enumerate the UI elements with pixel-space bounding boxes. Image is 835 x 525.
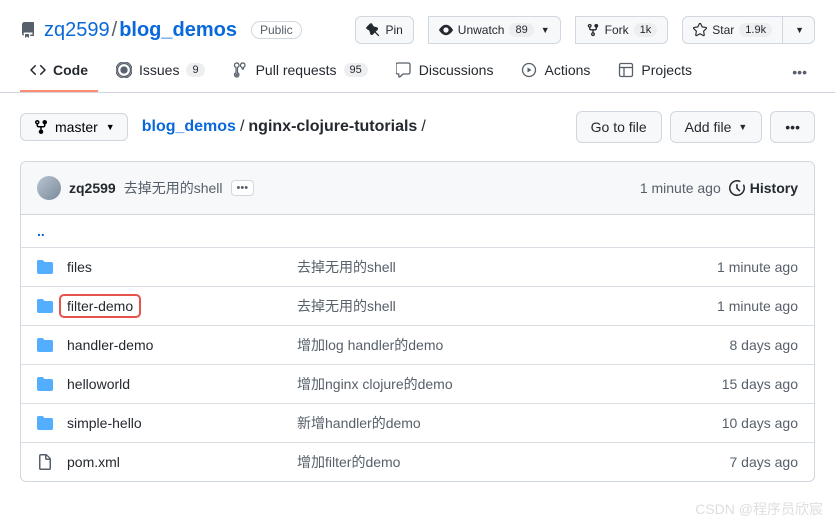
issues-icon	[116, 62, 132, 78]
file-time: 8 days ago	[730, 337, 799, 353]
pulls-count: 95	[344, 63, 368, 77]
branch-icon	[33, 119, 49, 135]
file-commit-msg[interactable]: 增加log handler的demo	[297, 335, 730, 355]
repo-link[interactable]: blog_demos	[119, 19, 237, 41]
fork-button[interactable]: Fork1k	[575, 16, 669, 44]
file-commit-msg[interactable]: 去掉无用的shell	[297, 296, 717, 316]
folder-icon	[37, 415, 53, 431]
projects-icon	[618, 62, 634, 78]
table-row: files 去掉无用的shell1 minute ago	[21, 248, 814, 287]
file-time: 15 days ago	[722, 376, 798, 392]
file-icon	[37, 454, 53, 470]
star-count: 1.9k	[739, 23, 772, 37]
file-link[interactable]: pom.xml	[67, 454, 120, 470]
commit-expand[interactable]: •••	[231, 180, 255, 196]
commit-author[interactable]: zq2599	[69, 180, 116, 196]
avatar[interactable]	[37, 176, 61, 200]
watermark: CSDN @程序员欣宸	[695, 499, 823, 519]
more-button[interactable]: •••	[770, 111, 815, 143]
file-commit-msg[interactable]: 去掉无用的shell	[297, 257, 717, 277]
star-button[interactable]: Star1.9k	[682, 16, 783, 44]
fork-count: 1k	[634, 23, 658, 37]
pr-icon	[233, 62, 249, 78]
issues-count: 9	[186, 63, 204, 77]
pin-button[interactable]: Pin	[355, 16, 413, 44]
visibility-label: Public	[251, 21, 302, 39]
watch-count: 89	[509, 23, 533, 37]
file-time: 1 minute ago	[717, 298, 798, 314]
commit-message[interactable]: 去掉无用的shell	[124, 178, 223, 198]
table-row: simple-hello 新增handler的demo10 days ago	[21, 404, 814, 443]
file-link[interactable]: helloworld	[67, 376, 130, 392]
add-file-button[interactable]: Add file▼	[670, 111, 763, 143]
history-link[interactable]: History	[729, 180, 798, 196]
file-link[interactable]: handler-demo	[67, 337, 153, 353]
star-icon	[693, 23, 707, 37]
file-link[interactable]: simple-hello	[67, 415, 142, 431]
actions-icon	[521, 62, 537, 78]
owner-link[interactable]: zq2599	[44, 19, 110, 41]
folder-icon	[37, 337, 53, 353]
tab-projects[interactable]: Projects	[608, 52, 702, 92]
fork-icon	[586, 23, 600, 37]
tab-actions[interactable]: Actions	[511, 52, 600, 92]
repo-icon	[20, 22, 36, 38]
folder-icon	[37, 259, 53, 275]
breadcrumb-root[interactable]: blog_demos	[142, 118, 236, 135]
file-listing: zq2599 去掉无用的shell ••• 1 minute ago Histo…	[20, 161, 815, 482]
discussions-icon	[396, 62, 412, 78]
caret-icon: ▼	[795, 25, 804, 35]
table-row: filter-demo 去掉无用的shell1 minute ago	[21, 287, 814, 326]
caret-icon: ▼	[541, 25, 550, 35]
file-commit-msg[interactable]: 增加filter的demo	[297, 452, 730, 472]
file-time: 1 minute ago	[717, 259, 798, 275]
tab-issues[interactable]: Issues9	[106, 52, 215, 92]
breadcrumb: blog_demos/nginx-clojure-tutorials/	[142, 118, 430, 136]
code-icon	[30, 62, 46, 78]
table-row: handler-demo 增加log handler的demo8 days ago	[21, 326, 814, 365]
file-time: 7 days ago	[730, 454, 799, 470]
branch-select[interactable]: master▼	[20, 113, 128, 141]
table-row: pom.xml 增加filter的demo7 days ago	[21, 443, 814, 481]
goto-file-button[interactable]: Go to file	[576, 111, 662, 143]
file-link[interactable]: filter-demo	[67, 298, 141, 314]
folder-icon	[37, 298, 53, 314]
pin-icon	[366, 23, 380, 37]
table-row: helloworld 增加nginx clojure的demo15 days ag…	[21, 365, 814, 404]
breadcrumb-current: nginx-clojure-tutorials	[248, 118, 417, 135]
file-time: 10 days ago	[722, 415, 798, 431]
parent-dir[interactable]: ..	[21, 215, 814, 248]
slash: /	[112, 19, 118, 41]
history-icon	[729, 180, 745, 196]
file-link[interactable]: files	[67, 259, 92, 275]
caret-icon: ▼	[738, 122, 747, 132]
tab-pulls[interactable]: Pull requests95	[223, 52, 378, 92]
tab-discussions[interactable]: Discussions	[386, 52, 504, 92]
tab-code[interactable]: Code	[20, 52, 98, 92]
file-commit-msg[interactable]: 增加nginx clojure的demo	[297, 374, 722, 394]
folder-icon	[37, 376, 53, 392]
caret-icon: ▼	[106, 122, 115, 132]
tabs-overflow[interactable]: •••	[784, 56, 815, 88]
unwatch-button[interactable]: Unwatch89▼	[428, 16, 561, 44]
commit-time: 1 minute ago	[640, 180, 721, 196]
file-commit-msg[interactable]: 新增handler的demo	[297, 413, 722, 433]
star-dropdown[interactable]: ▼	[782, 16, 815, 44]
eye-icon	[439, 23, 453, 37]
